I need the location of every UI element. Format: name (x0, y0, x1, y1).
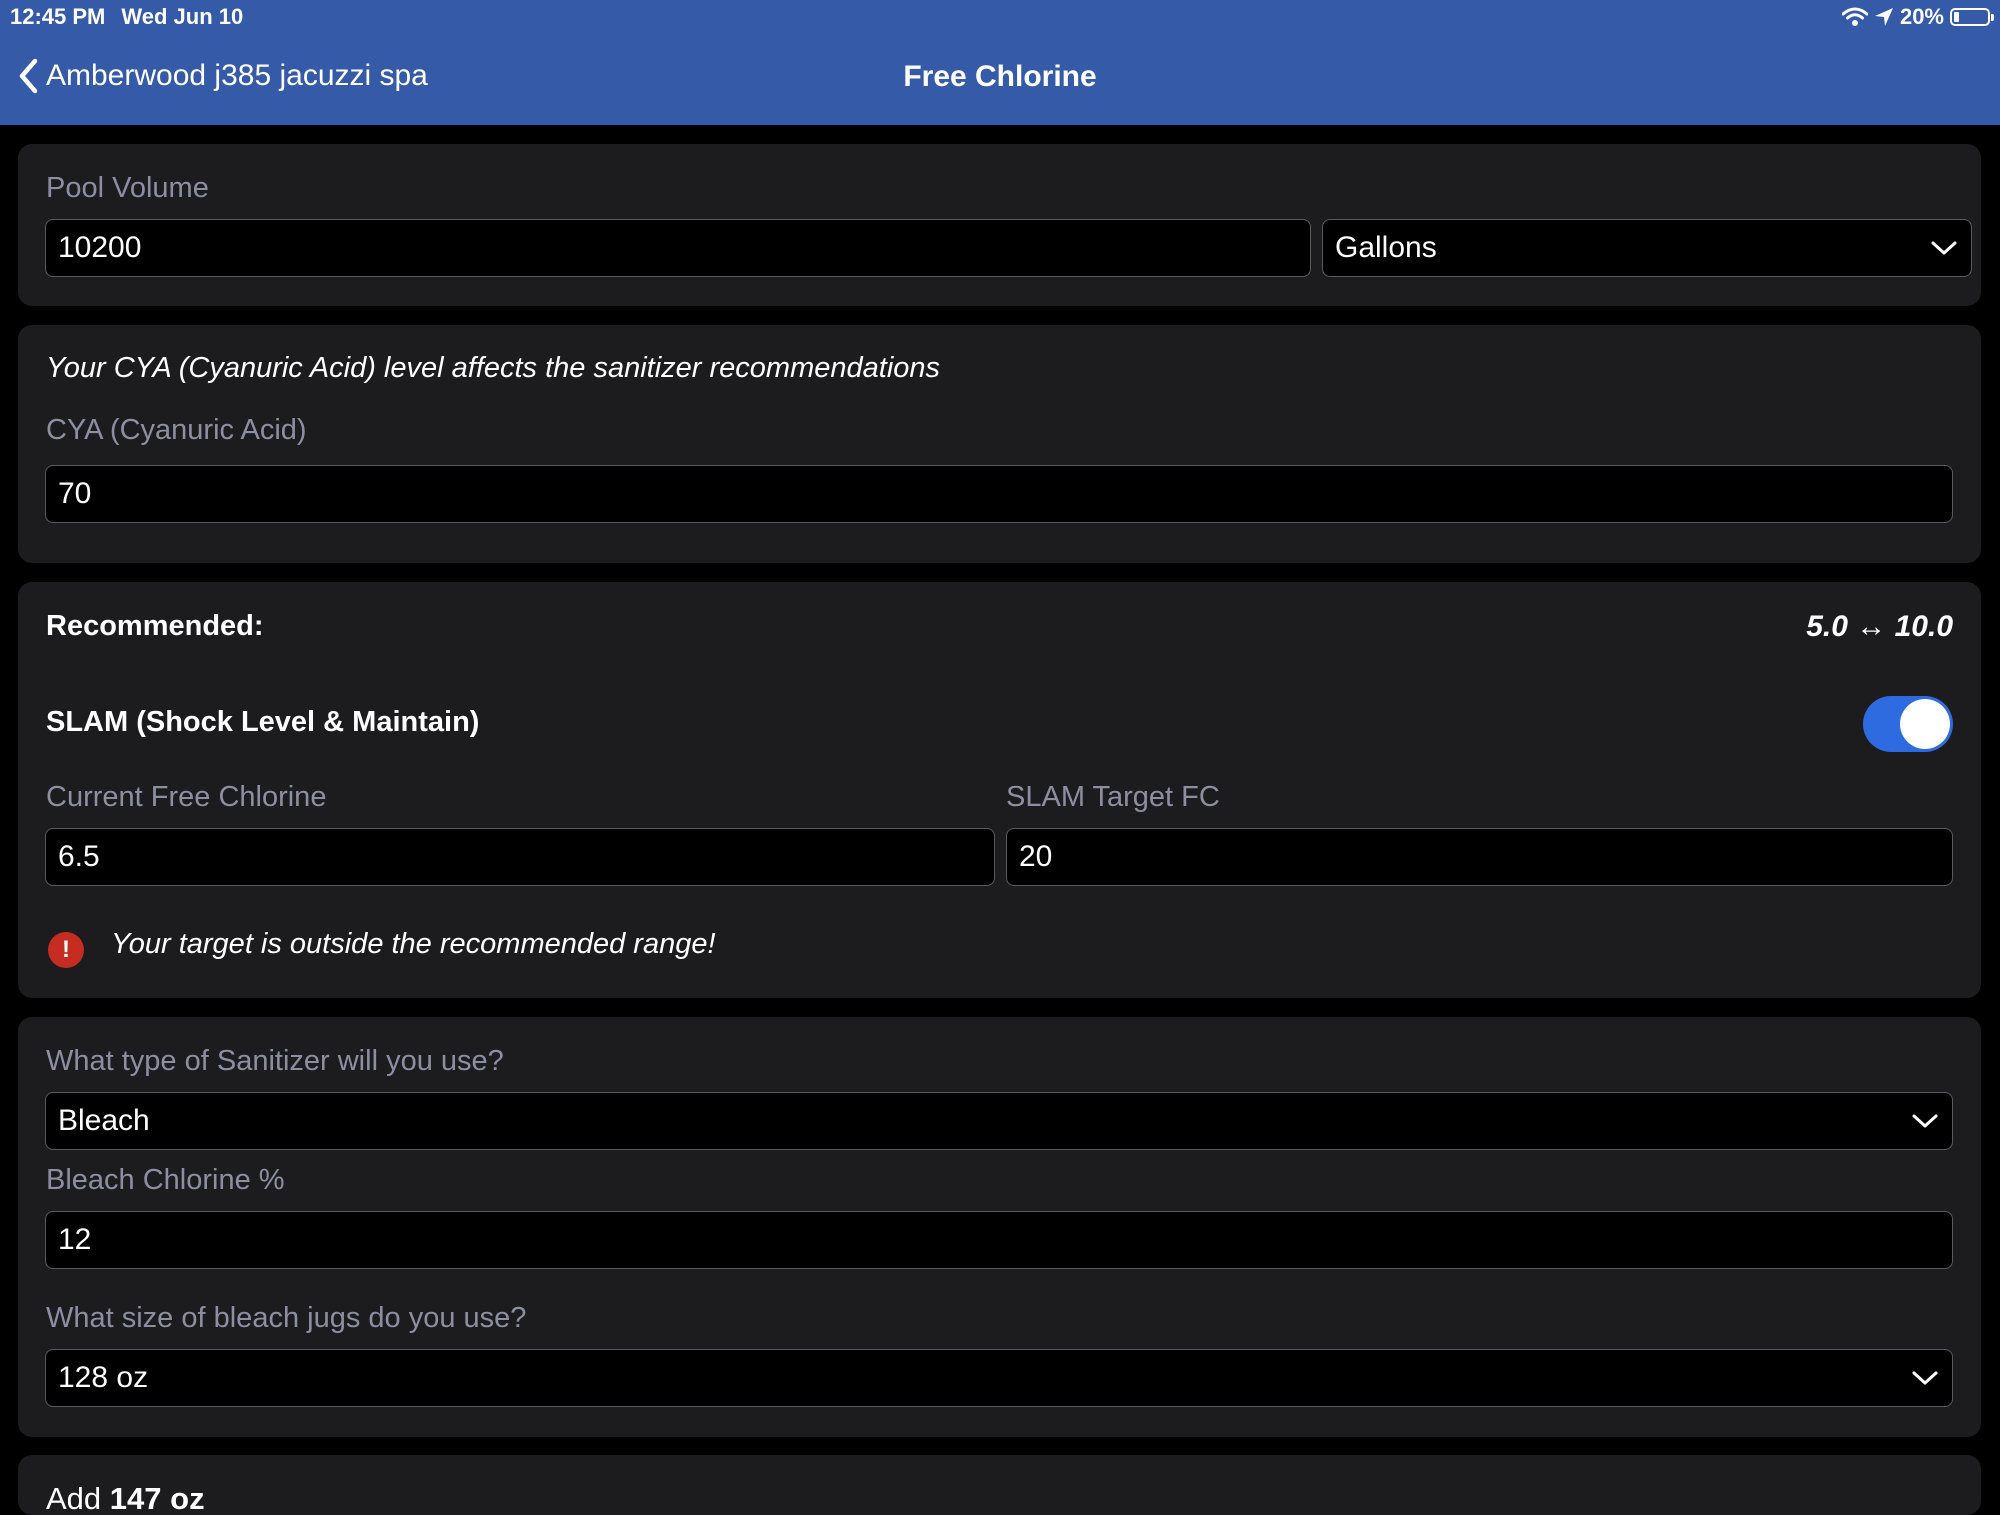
target-fc-input[interactable]: 20 (1006, 828, 1953, 886)
cya-input[interactable]: 70 (45, 465, 1953, 523)
recommendation-card: Recommended: 5.0 ↔ 10.0 SLAM (Shock Leve… (18, 582, 1981, 998)
recommended-label: Recommended: (46, 610, 264, 642)
sanitizer-type-label: What type of Sanitizer will you use? (46, 1045, 504, 1077)
chevron-down-icon (1912, 1114, 1938, 1128)
result-text: Add 147 oz (46, 1481, 205, 1515)
slam-label: SLAM (Shock Level & Maintain) (46, 706, 480, 738)
slam-toggle[interactable] (1863, 696, 1953, 752)
result-card: Add 147 oz (18, 1455, 1981, 1515)
recommended-range: 5.0 ↔ 10.0 (1806, 610, 1953, 643)
bleach-percent-label: Bleach Chlorine % (46, 1164, 285, 1196)
cya-label: CYA (Cyanuric Acid) (46, 414, 307, 446)
current-fc-label: Current Free Chlorine (46, 781, 327, 813)
sanitizer-card: What type of Sanitizer will you use? Ble… (18, 1017, 1981, 1437)
location-arrow-icon (1874, 8, 1893, 26)
battery-icon (1950, 8, 1994, 26)
target-fc-label: SLAM Target FC (1006, 781, 1220, 813)
battery-percent: 20% (1899, 4, 1944, 29)
current-fc-input[interactable]: 6.5 (45, 828, 995, 886)
result-prefix: Add (46, 1481, 102, 1515)
pool-volume-card: Pool Volume 10200 Gallons (18, 144, 1981, 306)
warning-icon: ! (48, 932, 84, 968)
status-date: Wed Jun 10 (121, 4, 244, 29)
status-time-date: 12:45 PM Wed Jun 10 (10, 4, 243, 30)
chevron-down-icon (1912, 1371, 1938, 1385)
page-title: Free Chlorine (903, 60, 1097, 93)
cya-card: Your CYA (Cyanuric Acid) level affects t… (18, 325, 1981, 563)
jug-size-label: What size of bleach jugs do you use? (46, 1302, 527, 1334)
sanitizer-type-select[interactable]: Bleach (45, 1092, 1953, 1150)
pool-volume-label: Pool Volume (46, 172, 209, 204)
pool-volume-input[interactable]: 10200 (45, 219, 1311, 277)
volume-unit-value: Gallons (1335, 231, 1437, 264)
warning-message: Your target is outside the recommended r… (111, 928, 716, 960)
result-amount: 147 oz (109, 1481, 205, 1515)
toggle-knob (1900, 699, 1950, 749)
wifi-icon (1841, 7, 1868, 26)
sanitizer-type-value: Bleach (58, 1104, 150, 1137)
status-time: 12:45 PM (10, 4, 106, 29)
bleach-percent-input[interactable]: 12 (45, 1211, 1953, 1269)
status-indicators: 20% (1841, 4, 1994, 30)
volume-unit-select[interactable]: Gallons (1322, 219, 1972, 277)
jug-size-select[interactable]: 128 oz (45, 1349, 1953, 1407)
jug-size-value: 128 oz (58, 1361, 149, 1394)
chevron-down-icon (1931, 241, 1957, 255)
cya-note: Your CYA (Cyanuric Acid) level affects t… (46, 352, 941, 384)
nav-header: 12:45 PM Wed Jun 10 20% Amberwood j385 ja… (0, 0, 2000, 125)
